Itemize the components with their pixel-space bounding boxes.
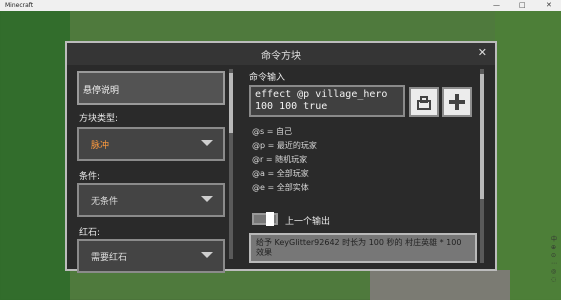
previous-output-text: 给予 KeyGlitter92642 时长为 100 秒的 村庄英雄 * 100… — [256, 238, 462, 257]
hover-note-text: 悬停说明 — [83, 86, 120, 96]
previous-output-box: 给予 KeyGlitter92642 时长为 100 秒的 村庄英雄 * 100… — [249, 233, 477, 263]
background-stone — [370, 270, 510, 300]
redstone-label: 红石: — [79, 228, 101, 238]
dialog-title: 命令方块 — [261, 51, 301, 62]
close-icon[interactable]: ✕ — [478, 46, 487, 59]
close-window-button[interactable]: ✕ — [546, 1, 552, 9]
chevron-down-icon — [201, 252, 213, 258]
toggle-knob — [266, 212, 274, 226]
command-input-label: 命令输入 — [249, 73, 286, 83]
previous-output-label: 上一个输出 — [285, 217, 331, 227]
left-scrollbar[interactable] — [229, 69, 233, 259]
selector-hint-e: @e = 全部实体 — [252, 183, 309, 192]
add-button[interactable] — [442, 87, 472, 117]
right-scrollbar[interactable] — [480, 69, 484, 263]
chevron-down-icon — [201, 196, 213, 202]
selector-hint-r: @r = 随机玩家 — [252, 155, 308, 164]
restore-icon-button[interactable] — [409, 87, 439, 117]
command-input[interactable]: effect @p village_hero 100 100 true — [249, 85, 405, 117]
selector-hint-p: @p = 最近的玩家 — [252, 141, 317, 150]
condition-label: 条件: — [79, 172, 101, 182]
condition-value: 无条件 — [91, 197, 119, 207]
condition-dropdown[interactable]: 无条件 — [77, 183, 225, 217]
chevron-down-icon — [201, 140, 213, 146]
selector-hint-s: @s = 自己 — [252, 127, 292, 136]
block-type-label: 方块类型: — [79, 114, 119, 124]
selector-hint-a: @a = 全部玩家 — [252, 169, 309, 178]
command-text: effect @p village_hero 100 100 true — [255, 89, 388, 112]
command-block-dialog: 命令方块 ✕ 悬停说明 方块类型: 脉冲 条件: 无条件 红石: 需要红石 命令… — [65, 41, 497, 273]
previous-output-toggle[interactable] — [252, 212, 278, 226]
block-type-dropdown[interactable]: 脉冲 — [77, 127, 225, 161]
left-pane: 悬停说明 方块类型: 脉冲 条件: 无条件 红石: 需要红石 — [75, 69, 237, 273]
hover-note-input[interactable]: 悬停说明 — [77, 71, 225, 105]
maximize-button[interactable]: □ — [519, 1, 526, 9]
window-titlebar: Minecraft — □ ✕ — [0, 0, 561, 11]
window-title: Minecraft — [5, 2, 34, 9]
side-tray: 中 ⊕ ⊙ ⋯ ◎ ◌ — [550, 236, 557, 283]
plus-icon — [449, 94, 465, 110]
background-grass — [0, 0, 70, 300]
redstone-dropdown[interactable]: 需要红石 — [77, 239, 225, 273]
redstone-value: 需要红石 — [91, 253, 128, 263]
dialog-title-bar: 命令方块 ✕ — [67, 43, 495, 65]
right-scrollbar-thumb[interactable] — [480, 74, 484, 199]
minimize-button[interactable]: — — [493, 1, 500, 9]
restore-icon — [417, 96, 431, 110]
block-type-value: 脉冲 — [91, 141, 110, 151]
left-scrollbar-thumb[interactable] — [229, 73, 233, 133]
